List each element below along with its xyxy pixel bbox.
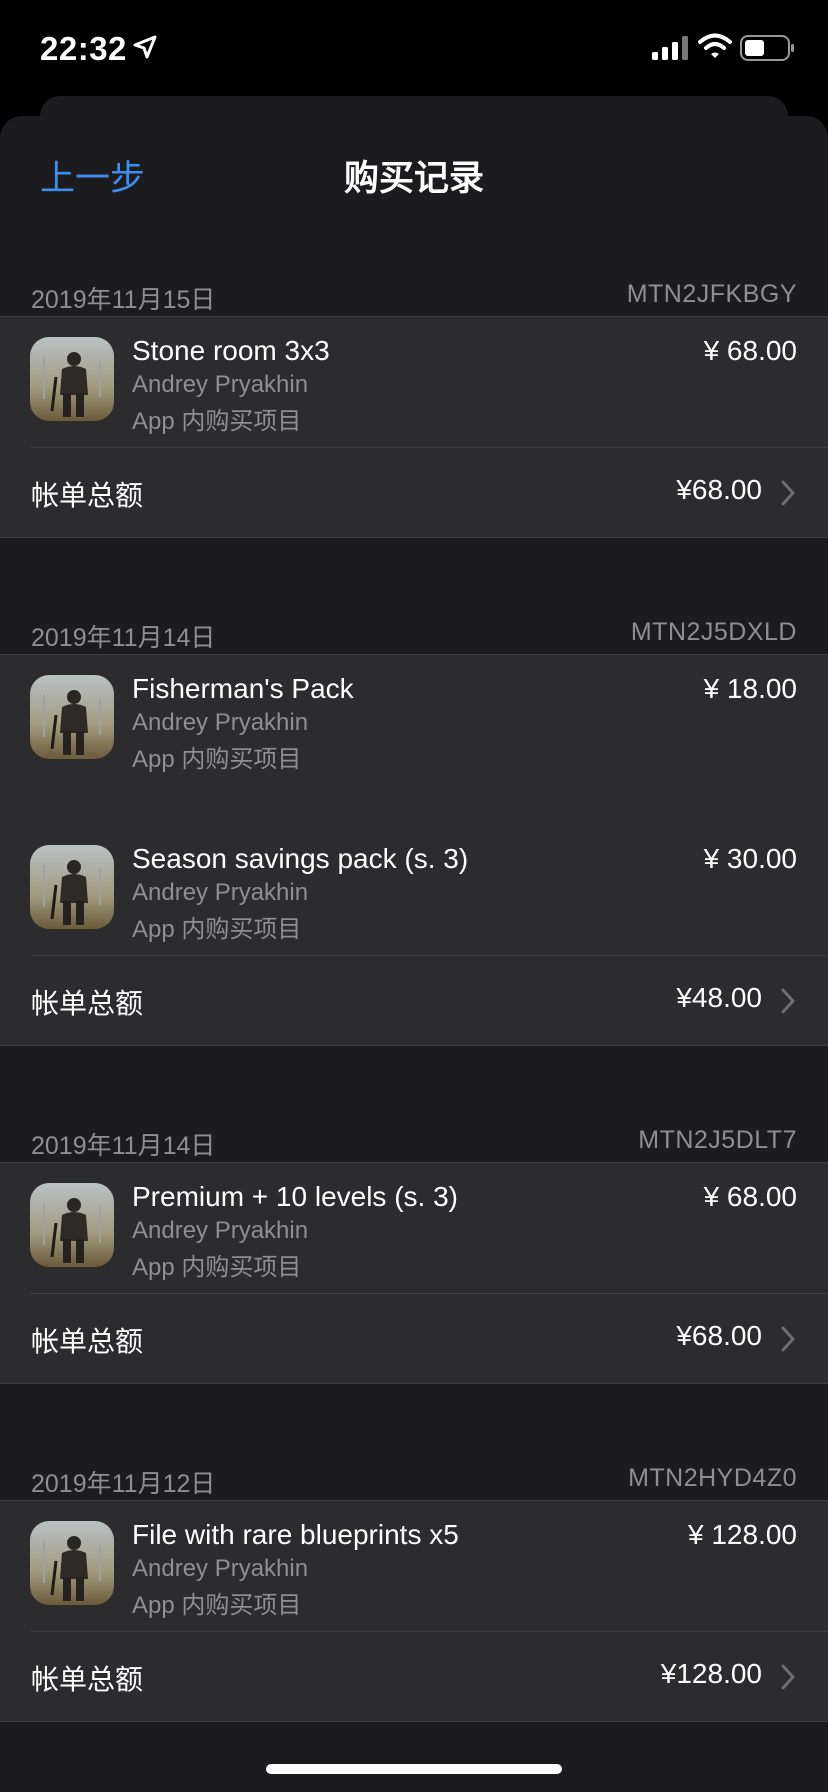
purchase-date: 2019年11月14日	[31, 1132, 216, 1160]
item-type: App 内购买项目	[132, 746, 302, 773]
item-developer: Andrey Pryakhin	[132, 879, 309, 906]
item-price: ¥ 68.00	[703, 335, 797, 366]
purchase-group: Fisherman's Pack Andrey Pryakhin App 内购买…	[0, 654, 828, 1046]
bill-total-amount: ¥128.00	[660, 1658, 762, 1689]
purchase-date: 2019年11月15日	[31, 286, 216, 314]
item-name: Premium + 10 levels (s. 3)	[132, 1181, 458, 1212]
battery-icon	[740, 35, 794, 61]
chevron-right-icon	[781, 988, 795, 1014]
order-id: MTN2HYD4Z0	[628, 1464, 797, 1492]
item-developer: Andrey Pryakhin	[132, 1217, 309, 1244]
location-arrow-icon	[133, 35, 157, 59]
item-price: ¥ 30.00	[703, 843, 797, 874]
item-price: ¥ 68.00	[703, 1181, 797, 1212]
page-title: 购买记录	[343, 159, 484, 198]
bill-total-label: 帐单总额	[31, 1664, 144, 1695]
purchase-group: File with rare blueprints x5 Andrey Prya…	[0, 1500, 828, 1722]
bill-total-row[interactable]: 帐单总额 ¥68.00	[0, 447, 828, 537]
order-id: MTN2JFKBGY	[626, 280, 797, 308]
item-type: App 内购买项目	[132, 408, 302, 435]
status-bar: 22:32	[0, 0, 828, 100]
bill-total-row[interactable]: 帐单总额 ¥128.00	[0, 1631, 828, 1721]
screen: 22:32 上一步 购买记录 2019年11月15日 MTN2JFKBGY St…	[0, 0, 828, 1792]
item-developer: Andrey Pryakhin	[132, 1555, 309, 1582]
item-name: Season savings pack (s. 3)	[132, 843, 469, 874]
item-name: Fisherman's Pack	[132, 673, 354, 704]
purchase-date: 2019年11月14日	[31, 624, 216, 652]
item-type: App 内购买项目	[132, 916, 302, 943]
status-time: 22:32	[40, 30, 127, 67]
chevron-right-icon	[781, 480, 795, 506]
chevron-right-icon	[781, 1326, 795, 1352]
app-icon	[30, 845, 114, 929]
item-type: App 内购买项目	[132, 1592, 302, 1619]
home-indicator[interactable]	[266, 1764, 562, 1774]
bill-total-amount: ¥68.00	[676, 474, 762, 505]
purchase-item[interactable]: Premium + 10 levels (s. 3) Andrey Pryakh…	[0, 1163, 828, 1293]
app-icon	[30, 1183, 114, 1267]
app-icon	[30, 675, 114, 759]
group-header: 2019年11月12日 MTN2HYD4Z0	[0, 1456, 828, 1506]
item-name: Stone room 3x3	[132, 335, 330, 366]
cellular-signal-icon	[652, 36, 688, 60]
group-header: 2019年11月15日 MTN2JFKBGY	[0, 272, 828, 322]
item-type: App 内购买项目	[132, 1254, 302, 1281]
item-price: ¥ 18.00	[703, 673, 797, 704]
chevron-right-icon	[781, 1664, 795, 1690]
purchase-item[interactable]: Season savings pack (s. 3) Andrey Pryakh…	[0, 825, 828, 955]
item-price: ¥ 128.00	[688, 1519, 797, 1550]
app-icon	[30, 1521, 114, 1605]
bill-total-row[interactable]: 帐单总额 ¥48.00	[0, 955, 828, 1045]
bill-total-label: 帐单总额	[31, 480, 144, 511]
group-header: 2019年11月14日 MTN2J5DLT7	[0, 1118, 828, 1168]
bill-total-label: 帐单总额	[31, 988, 144, 1019]
group-header: 2019年11月14日 MTN2J5DXLD	[0, 610, 828, 660]
order-id: MTN2J5DLT7	[638, 1126, 797, 1154]
purchase-item[interactable]: File with rare blueprints x5 Andrey Prya…	[0, 1501, 828, 1631]
wifi-icon	[698, 33, 732, 58]
order-id: MTN2J5DXLD	[630, 618, 797, 646]
purchase-item[interactable]: Stone room 3x3 Andrey Pryakhin App 内购买项目…	[0, 317, 828, 447]
navigation-bar: 上一步 购买记录	[0, 116, 828, 232]
bill-total-row[interactable]: 帐单总额 ¥68.00	[0, 1293, 828, 1383]
purchase-group: Premium + 10 levels (s. 3) Andrey Pryakh…	[0, 1162, 828, 1384]
bill-total-amount: ¥48.00	[676, 982, 762, 1013]
purchase-date: 2019年11月12日	[31, 1470, 216, 1498]
purchase-item[interactable]: Fisherman's Pack Andrey Pryakhin App 内购买…	[0, 655, 828, 825]
item-developer: Andrey Pryakhin	[132, 709, 309, 736]
purchase-group: Stone room 3x3 Andrey Pryakhin App 内购买项目…	[0, 316, 828, 538]
bill-total-amount: ¥68.00	[676, 1320, 762, 1351]
purchase-history-sheet: 上一步 购买记录 2019年11月15日 MTN2JFKBGY Stone ro…	[0, 116, 828, 1792]
item-developer: Andrey Pryakhin	[132, 371, 309, 398]
app-icon	[30, 337, 114, 421]
item-name: File with rare blueprints x5	[132, 1519, 459, 1550]
bill-total-label: 帐单总额	[31, 1326, 144, 1357]
